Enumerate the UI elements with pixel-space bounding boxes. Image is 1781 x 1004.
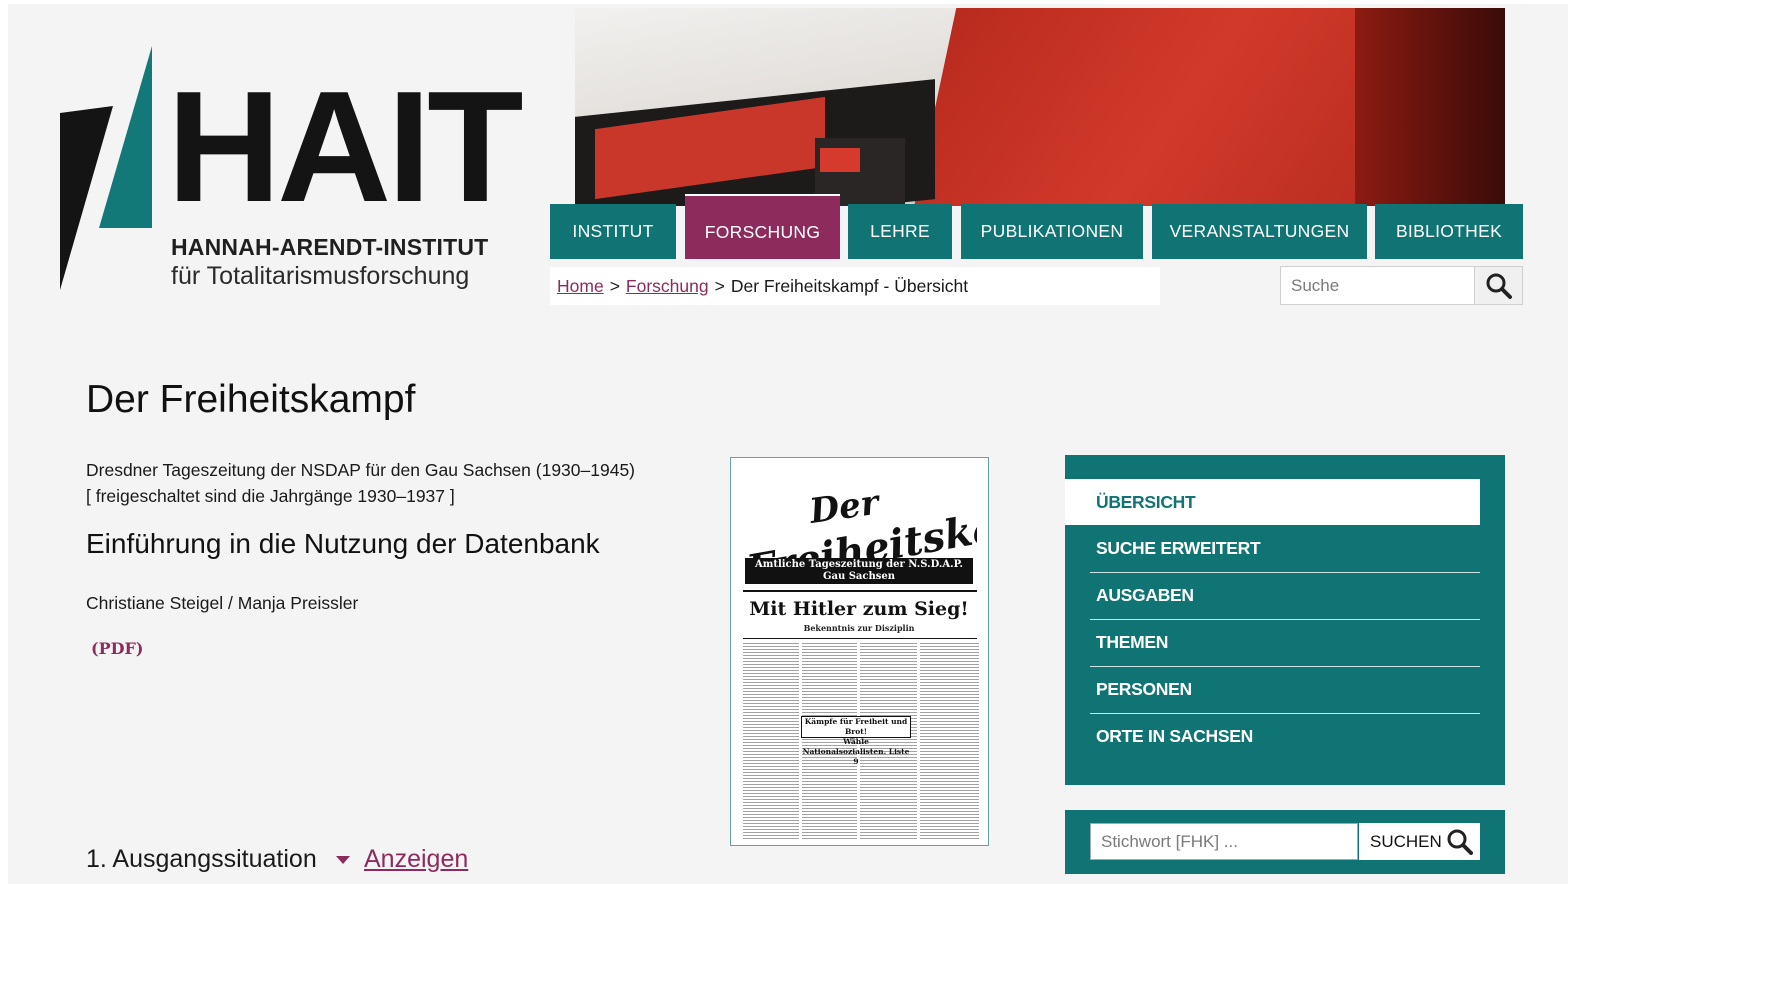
- keyword-search-input[interactable]: [1090, 823, 1358, 860]
- sidebar-item-ausgaben[interactable]: AUSGABEN: [1090, 572, 1480, 619]
- section-heading: Einführung in die Nutzung der Datenbank: [86, 528, 600, 559]
- newspaper-front-page-image[interactable]: Der Freiheitskampf Amtliche Tageszeitung…: [730, 457, 989, 846]
- breadcrumb-current: Der Freiheitskampf - Übersicht: [730, 275, 969, 296]
- site-search-input[interactable]: [1281, 267, 1474, 304]
- page-subtitle-note: [ freigeschaltet sind die Jahrgänge 1930…: [86, 486, 455, 506]
- logo-wordmark: HAIT: [167, 59, 524, 235]
- search-icon: [1486, 273, 1512, 299]
- logo-institute-subtitle: für Totalitarismusforschung: [171, 262, 470, 290]
- site-logo[interactable]: HAIT HANNAH-ARENDT-INSTITUT für Totalita…: [55, 40, 524, 295]
- show-section-link[interactable]: Anzeigen: [364, 845, 468, 874]
- site-search: [1280, 266, 1523, 305]
- breadcrumb-separator: >: [609, 275, 620, 296]
- collapsible-section-title: 1. Ausgangssituation: [86, 845, 317, 873]
- breadcrumb: Home > Forschung > Der Freiheitskampf - …: [550, 267, 1160, 305]
- nav-item-forschung[interactable]: FORSCHUNG: [685, 194, 840, 259]
- caret-down-icon[interactable]: [336, 856, 350, 864]
- sidebar-item-orte-in-sachsen[interactable]: ORTE IN SACHSEN: [1090, 713, 1480, 760]
- authors: Christiane Steigel / Manja Preissler: [86, 593, 359, 613]
- search-icon: [1447, 829, 1473, 855]
- page-subtitle: Dresdner Tageszeitung der NSDAP für den …: [86, 460, 636, 480]
- nav-item-institut[interactable]: INSTITUT: [550, 204, 676, 259]
- sidebar-item-uebersicht[interactable]: ÜBERSICHT: [1065, 479, 1480, 525]
- logo-institute-name: HANNAH-ARENDT-INSTITUT: [171, 234, 489, 260]
- nav-item-veranstaltungen[interactable]: VERANSTALTUNGEN: [1152, 204, 1367, 259]
- nav-item-bibliothek[interactable]: BIBLIOTHEK: [1375, 204, 1523, 259]
- top-edge: [0, 0, 1568, 4]
- newspaper-headline: Mit Hitler zum Sieg!: [749, 598, 969, 620]
- breadcrumb-forschung-link[interactable]: Forschung: [626, 276, 709, 297]
- newspaper-subhead: Bekenntnis zur Disziplin: [803, 623, 915, 633]
- sidebar-item-themen[interactable]: THEMEN: [1090, 619, 1480, 666]
- newspaper-box: Kämpfe für Freiheit und Brot! Wähle Nati…: [801, 716, 911, 766]
- sidebar-item-suche-erweitert[interactable]: SUCHE ERWEITERT: [1090, 525, 1480, 572]
- breadcrumb-home-link[interactable]: Home: [557, 276, 604, 297]
- pdf-link[interactable]: (PDF): [91, 639, 143, 658]
- site-search-button[interactable]: [1474, 267, 1522, 304]
- newspaper-band: Amtliche Tageszeitung der N.S.D.A.P. Gau…: [745, 558, 973, 584]
- breadcrumb-separator: >: [714, 275, 725, 296]
- page-title: Der Freiheitskampf: [86, 378, 416, 421]
- keyword-search-button-label: SUCHEN: [1370, 831, 1442, 851]
- header-image: [575, 8, 1505, 206]
- keyword-search-button[interactable]: SUCHEN: [1358, 823, 1480, 860]
- nav-item-lehre[interactable]: LEHRE: [848, 204, 952, 259]
- sidebar-item-personen[interactable]: PERSONEN: [1090, 666, 1480, 713]
- nav-item-publikationen[interactable]: PUBLIKATIONEN: [961, 204, 1143, 259]
